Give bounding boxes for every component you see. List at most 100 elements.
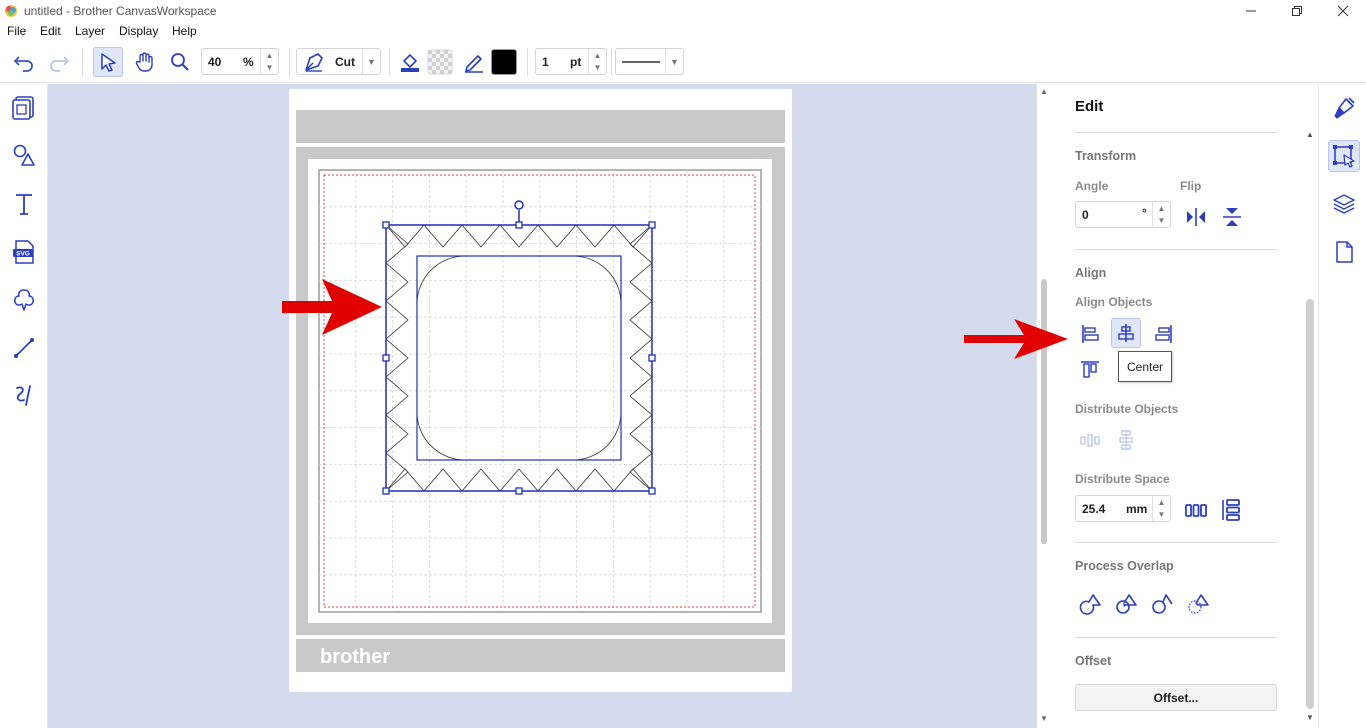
pattern-icon bbox=[12, 96, 34, 120]
cloud-button[interactable] bbox=[9, 285, 39, 315]
zoom-down-arrow[interactable]: ▼ bbox=[261, 61, 278, 73]
canvas-scrollbar[interactable]: ▲ ▼ bbox=[1036, 84, 1050, 728]
line-color-button[interactable] bbox=[459, 47, 489, 77]
resize-handle-ne[interactable] bbox=[648, 221, 656, 229]
cutting-mat[interactable]: brother bbox=[289, 89, 792, 692]
line-tool-button[interactable] bbox=[9, 333, 39, 363]
distribute-vertical-button[interactable] bbox=[1111, 425, 1141, 455]
distribute-space-horizontal-button[interactable] bbox=[1181, 495, 1211, 525]
line-width-up-arrow[interactable]: ▲ bbox=[589, 49, 606, 61]
panel-scrollbar[interactable]: ▲ ▼ bbox=[1304, 128, 1316, 728]
line-width-value[interactable]: 1 bbox=[542, 55, 549, 69]
angle-down-arrow[interactable]: ▼ bbox=[1153, 214, 1170, 226]
angle-value[interactable]: 0 bbox=[1082, 208, 1089, 222]
resize-handle-s[interactable] bbox=[515, 487, 523, 495]
chevron-down-icon: ▼ bbox=[665, 49, 683, 74]
annotation-arrow-canvas bbox=[282, 279, 382, 335]
angle-label: Angle bbox=[1075, 179, 1109, 193]
close-button[interactable] bbox=[1320, 0, 1366, 22]
exclude-button[interactable] bbox=[1183, 589, 1213, 619]
offset-button[interactable]: Offset... bbox=[1075, 684, 1277, 711]
resize-handle-w[interactable] bbox=[382, 354, 390, 362]
zoom-stepper[interactable]: 40 % ▲ ▼ bbox=[201, 48, 279, 75]
scroll-down-arrow[interactable]: ▼ bbox=[1037, 714, 1051, 723]
minimize-icon bbox=[1246, 10, 1256, 12]
edit-panel: Edit Transform Angle Flip 0 ° ▲ ▼ Align A… bbox=[1051, 84, 1318, 728]
layers-panel-button[interactable] bbox=[1328, 188, 1360, 220]
resize-handle-n[interactable] bbox=[515, 221, 523, 229]
pattern-button[interactable] bbox=[9, 93, 39, 123]
align-top-button[interactable] bbox=[1075, 354, 1105, 384]
canvas-area[interactable]: brother bbox=[48, 84, 1036, 728]
offset-section-title: Offset bbox=[1075, 654, 1112, 668]
distribute-space-stepper[interactable]: 25.4 mm ▲ ▼ bbox=[1075, 495, 1171, 522]
rotate-handle[interactable] bbox=[514, 200, 524, 210]
chevron-down-icon: ▼ bbox=[362, 49, 380, 74]
menu-bar: File Edit Layer Display Help bbox=[0, 22, 1366, 40]
transparent-fill-button[interactable] bbox=[425, 47, 455, 77]
page-panel-button[interactable] bbox=[1328, 236, 1360, 268]
redo-icon bbox=[50, 56, 70, 72]
zoom-value[interactable]: 40 bbox=[208, 55, 221, 69]
trim-button[interactable] bbox=[1147, 589, 1177, 619]
angle-stepper[interactable]: 0 ° ▲ ▼ bbox=[1075, 201, 1171, 228]
weld-button[interactable] bbox=[1075, 589, 1105, 619]
hand-tool-button[interactable] bbox=[130, 47, 160, 77]
svg-import-button[interactable]: SVG bbox=[9, 237, 39, 267]
restore-button[interactable] bbox=[1274, 0, 1320, 22]
overlap-button[interactable] bbox=[1111, 589, 1141, 619]
distribute-space-value[interactable]: 25.4 bbox=[1082, 502, 1105, 516]
menu-layer[interactable]: Layer bbox=[75, 24, 105, 38]
menu-file[interactable]: File bbox=[7, 24, 26, 38]
zoom-tool-button[interactable] bbox=[165, 47, 195, 77]
shapes-button[interactable] bbox=[9, 141, 39, 171]
angle-up-arrow[interactable]: ▲ bbox=[1153, 202, 1170, 214]
right-panel-sidebar bbox=[1318, 84, 1366, 728]
panel-scroll-thumb[interactable] bbox=[1306, 299, 1314, 709]
menu-edit[interactable]: Edit bbox=[40, 24, 61, 38]
mode-dropdown[interactable]: Cut ▼ bbox=[296, 48, 381, 75]
distribute-space-unit: mm bbox=[1126, 502, 1148, 516]
panel-scroll-up-arrow[interactable]: ▲ bbox=[1304, 130, 1316, 139]
distribute-space-down-arrow[interactable]: ▼ bbox=[1153, 508, 1170, 520]
flip-horizontal-button[interactable] bbox=[1181, 202, 1211, 232]
align-left-button[interactable] bbox=[1075, 319, 1105, 349]
distribute-space-up-arrow[interactable]: ▲ bbox=[1153, 496, 1170, 508]
align-left-icon bbox=[1082, 325, 1099, 343]
resize-handle-sw[interactable] bbox=[382, 487, 390, 495]
undo-icon bbox=[13, 56, 33, 72]
select-tool-button[interactable] bbox=[93, 47, 123, 77]
fill-button[interactable] bbox=[395, 47, 425, 77]
distribute-space-vertical-button[interactable] bbox=[1217, 495, 1247, 525]
panel-scroll-down-arrow[interactable]: ▼ bbox=[1304, 713, 1316, 722]
undo-button[interactable] bbox=[9, 47, 39, 77]
freehand-button[interactable] bbox=[9, 381, 39, 411]
brush-panel-button[interactable] bbox=[1328, 92, 1360, 124]
title-bar: untitled - Brother CanvasWorkspace bbox=[0, 0, 1366, 22]
scroll-up-arrow[interactable]: ▲ bbox=[1037, 87, 1051, 96]
line-style-dropdown[interactable]: ▼ bbox=[615, 48, 684, 75]
minimize-button[interactable] bbox=[1228, 0, 1274, 22]
edit-panel-heading: Edit bbox=[1075, 98, 1104, 115]
distribute-horizontal-button[interactable] bbox=[1075, 425, 1105, 455]
align-center-button[interactable] bbox=[1111, 318, 1141, 348]
redo-button[interactable] bbox=[44, 47, 74, 77]
line-color-swatch[interactable] bbox=[489, 47, 519, 77]
menu-display[interactable]: Display bbox=[119, 24, 158, 38]
zoom-up-arrow[interactable]: ▲ bbox=[261, 49, 278, 61]
mat-brand-logo: brother bbox=[320, 646, 390, 668]
restore-icon bbox=[1292, 6, 1302, 16]
line-width-stepper[interactable]: 1 pt ▲ ▼ bbox=[535, 48, 607, 75]
resize-handle-e[interactable] bbox=[648, 354, 656, 362]
menu-help[interactable]: Help bbox=[172, 24, 197, 38]
text-button[interactable] bbox=[9, 189, 39, 219]
zoom-icon bbox=[171, 53, 189, 71]
resize-handle-se[interactable] bbox=[648, 487, 656, 495]
distribute-space-vertical-icon bbox=[1222, 499, 1240, 521]
line-width-down-arrow[interactable]: ▼ bbox=[589, 61, 606, 73]
align-right-button[interactable] bbox=[1149, 319, 1179, 349]
edit-panel-button[interactable] bbox=[1328, 140, 1360, 172]
flip-vertical-button[interactable] bbox=[1217, 202, 1247, 232]
distribute-space-horizontal-icon bbox=[1185, 504, 1207, 517]
resize-handle-nw[interactable] bbox=[382, 221, 390, 229]
